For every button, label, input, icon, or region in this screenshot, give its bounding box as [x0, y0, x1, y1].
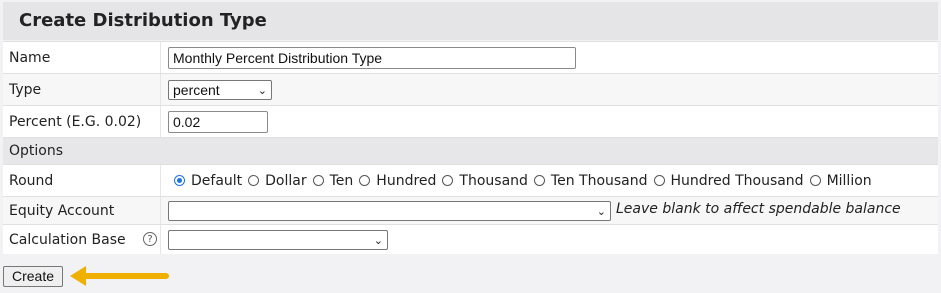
form-header: Create Distribution Type — [3, 2, 938, 40]
round-option-label: Hundred — [376, 172, 437, 189]
equity-label: Equity Account — [9, 202, 115, 219]
round-option-thousand[interactable]: Thousand — [442, 173, 528, 189]
round-option-ten-thousand[interactable]: Ten Thousand — [533, 172, 648, 189]
round-option-label: Thousand — [459, 172, 528, 189]
divider — [160, 165, 161, 196]
page-title: Create Distribution Type — [19, 10, 267, 31]
divider — [160, 74, 161, 105]
radio-icon[interactable] — [653, 175, 665, 186]
chevron-down-icon: ⌄ — [257, 84, 267, 97]
radio-icon[interactable] — [809, 175, 821, 186]
round-option-million[interactable]: Million — [809, 172, 872, 189]
chevron-down-icon: ⌄ — [596, 205, 606, 218]
round-row: Round Default Dollar Ten Hundred Thousan… — [3, 164, 938, 196]
round-option-dollar[interactable]: Dollar — [248, 172, 307, 189]
round-option-label: Ten — [329, 172, 354, 189]
round-option-label: Hundred Thousand — [670, 172, 804, 189]
round-option-label: Million — [826, 172, 872, 189]
calc-base-select[interactable]: ⌄ — [168, 229, 388, 250]
round-radio-group: Default Dollar Ten Hundred Thousand Ten … — [174, 173, 878, 189]
percent-row: Percent (E.G. 0.02) — [3, 105, 938, 137]
calc-base-row: Calculation Base ? ⌄ — [3, 224, 938, 254]
annotation-arrow-icon — [70, 266, 169, 286]
type-select-value: percent — [173, 81, 220, 98]
name-label: Name — [9, 49, 51, 66]
type-label: Type — [9, 81, 42, 98]
round-option-hundred[interactable]: Hundred — [359, 173, 436, 189]
equity-row: Equity Account ⌄ Leave blank to affect s… — [3, 196, 938, 224]
radio-icon[interactable] — [312, 175, 324, 186]
radio-icon[interactable] — [248, 175, 260, 186]
divider — [160, 225, 161, 254]
radio-icon[interactable] — [533, 175, 545, 186]
round-option-hundred-thousand[interactable]: Hundred Thousand — [653, 172, 804, 189]
name-row: Name — [3, 41, 938, 73]
calc-base-label: Calculation Base — [9, 231, 126, 248]
type-select[interactable]: percent ⌄ — [168, 79, 272, 100]
round-option-label: Dollar — [265, 172, 307, 189]
radio-icon[interactable] — [442, 175, 454, 186]
name-input[interactable] — [168, 46, 576, 69]
percent-input[interactable] — [168, 110, 268, 133]
round-option-label: Ten Thousand — [550, 172, 648, 189]
equity-account-select[interactable]: ⌄ — [168, 200, 611, 221]
percent-label: Percent (E.G. 0.02) — [9, 113, 142, 130]
round-option-ten[interactable]: Ten — [312, 172, 354, 189]
round-label: Round — [9, 172, 54, 189]
divider — [160, 42, 161, 73]
round-option-default[interactable]: Default — [174, 173, 242, 189]
divider — [160, 197, 161, 224]
chevron-down-icon: ⌄ — [373, 234, 383, 247]
type-row: Type percent ⌄ — [3, 73, 938, 105]
radio-icon[interactable] — [359, 175, 371, 186]
options-section: Options — [3, 137, 938, 164]
options-label: Options — [9, 143, 64, 159]
radio-selected-icon[interactable] — [174, 175, 185, 186]
round-option-label: Default — [191, 172, 243, 189]
divider — [160, 106, 161, 137]
equity-hint: Leave blank to affect spendable balance — [616, 201, 901, 217]
create-button[interactable]: Create — [3, 266, 63, 287]
help-icon[interactable]: ? — [143, 232, 157, 246]
